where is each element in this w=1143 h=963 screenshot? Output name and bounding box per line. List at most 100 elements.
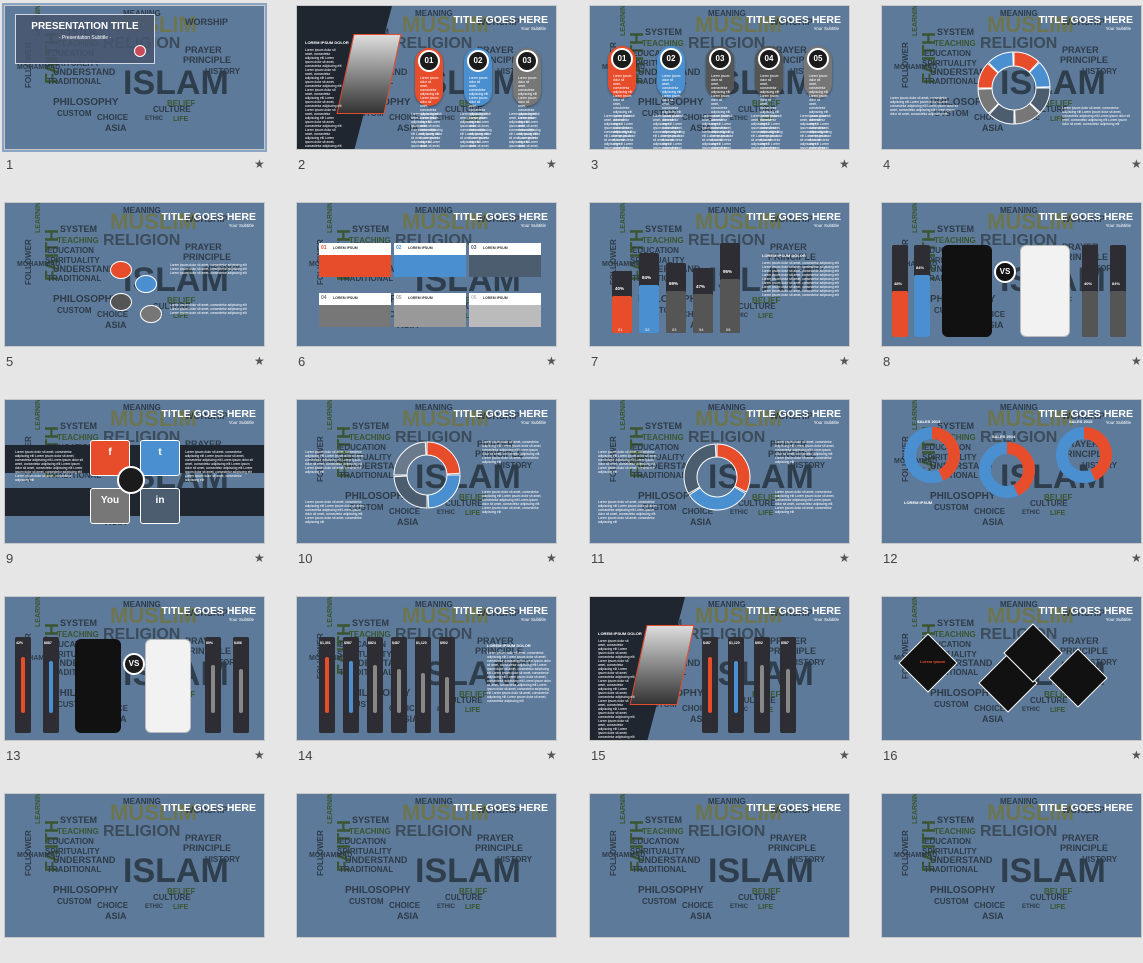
bubble-shape[interactable] bbox=[135, 275, 157, 293]
card-header[interactable]: 03 LOREM IPSUM bbox=[469, 243, 541, 255]
star-icon[interactable]: ★ bbox=[1131, 157, 1142, 171]
slide-canvas[interactable]: ISLAMRELIGIONFAITHMUSLIMWORSHIPSYSTEMPRA… bbox=[296, 202, 557, 347]
star-icon[interactable]: ★ bbox=[1131, 354, 1142, 368]
donut-segment[interactable] bbox=[393, 475, 428, 509]
donut-segment[interactable] bbox=[393, 441, 427, 476]
bar-fill[interactable] bbox=[1110, 291, 1126, 337]
slide-canvas[interactable]: ISLAMRELIGIONFAITHMUSLIMWORSHIPSYSTEMPRA… bbox=[2, 3, 267, 152]
star-icon[interactable]: ★ bbox=[254, 157, 265, 171]
gauge-fill[interactable] bbox=[211, 665, 215, 713]
bar-fill[interactable] bbox=[892, 291, 908, 337]
gauge-fill[interactable] bbox=[421, 673, 425, 713]
slide-thumbnail[interactable]: ISLAMRELIGIONFAITHMUSLIMWORSHIPSYSTEMPRA… bbox=[296, 793, 561, 963]
donut-segment[interactable] bbox=[716, 443, 751, 493]
star-icon[interactable]: ★ bbox=[546, 551, 557, 565]
slide-canvas[interactable]: ISLAMRELIGIONFAITHMUSLIMWORSHIPSYSTEMPRA… bbox=[4, 202, 265, 347]
slide-canvas[interactable]: ISLAMRELIGIONFAITHMUSLIMWORSHIPSYSTEMPRA… bbox=[589, 5, 850, 150]
slide-thumbnail[interactable]: ISLAMRELIGIONFAITHMUSLIMWORSHIPSYSTEMPRA… bbox=[881, 596, 1143, 766]
slide-thumbnail[interactable]: ISLAMRELIGIONFAITHMUSLIMWORSHIPSYSTEMPRA… bbox=[589, 399, 854, 569]
slide-canvas[interactable]: ISLAMRELIGIONFAITHMUSLIMWORSHIPSYSTEMPRA… bbox=[589, 793, 850, 938]
bar-fill[interactable] bbox=[639, 285, 659, 333]
donut-segment[interactable] bbox=[427, 474, 461, 509]
slide-thumbnail[interactable]: ISLAMRELIGIONFAITHMUSLIMWORSHIPSYSTEMPRA… bbox=[881, 399, 1143, 569]
slide-canvas[interactable]: ISLAMRELIGIONFAITHMUSLIMWORSHIPSYSTEMPRA… bbox=[589, 202, 850, 347]
slide-canvas[interactable]: ISLAMRELIGIONFAITHMUSLIMWORSHIPSYSTEMPRA… bbox=[4, 596, 265, 741]
social-tile[interactable]: You bbox=[90, 488, 130, 524]
slide-thumbnail[interactable]: ISLAMRELIGIONFAITHMUSLIMWORSHIPSYSTEMPRA… bbox=[296, 202, 561, 372]
slide-number: 5 bbox=[6, 354, 14, 369]
slide-thumbnail[interactable]: ISLAMRELIGIONFAITHMUSLIMWORSHIPSYSTEMPRA… bbox=[4, 596, 269, 766]
star-icon[interactable]: ★ bbox=[254, 748, 265, 762]
slide-canvas[interactable]: ISLAMRELIGIONFAITHMUSLIMWORSHIPSYSTEMPRA… bbox=[589, 596, 850, 741]
social-tile[interactable]: t bbox=[140, 440, 180, 476]
gauge-fill[interactable] bbox=[734, 661, 738, 713]
slide-thumbnail[interactable]: ISLAMRELIGIONFAITHMUSLIMWORSHIPSYSTEMPRA… bbox=[589, 202, 854, 372]
gauge-fill[interactable] bbox=[239, 669, 243, 713]
slide-canvas[interactable]: ISLAMRELIGIONFAITHMUSLIMWORSHIPSYSTEMPRA… bbox=[881, 596, 1142, 741]
slide-thumbnail[interactable]: ISLAMRELIGIONFAITHMUSLIMWORSHIPSYSTEMPRA… bbox=[2, 3, 269, 175]
slide-canvas[interactable]: ISLAMRELIGIONFAITHMUSLIMWORSHIPSYSTEMPRA… bbox=[589, 399, 850, 544]
card-header[interactable]: 04 LOREM IPSUM bbox=[319, 293, 391, 305]
gauge-fill[interactable] bbox=[397, 669, 401, 713]
star-icon[interactable]: ★ bbox=[839, 157, 850, 171]
slide-canvas[interactable]: ISLAMRELIGIONFAITHMUSLIMWORSHIPSYSTEMPRA… bbox=[881, 793, 1142, 938]
gauge-fill[interactable] bbox=[49, 661, 53, 713]
star-icon[interactable]: ★ bbox=[839, 748, 850, 762]
slide-canvas[interactable]: ISLAMRELIGIONFAITHMUSLIMWORSHIPSYSTEMPRA… bbox=[296, 793, 557, 938]
bubble-shape[interactable] bbox=[140, 305, 162, 323]
social-tile[interactable]: in bbox=[140, 488, 180, 524]
gauge-fill[interactable] bbox=[708, 657, 712, 713]
card-header[interactable]: 05 LOREM IPSUM bbox=[394, 293, 466, 305]
gauge-fill[interactable] bbox=[373, 665, 377, 713]
bar-fill[interactable] bbox=[1082, 291, 1098, 337]
gauge-fill[interactable] bbox=[349, 661, 353, 713]
slide-thumbnail[interactable]: ISLAMRELIGIONFAITHMUSLIMWORSHIPSYSTEMPRA… bbox=[296, 399, 561, 569]
slide-canvas[interactable]: ISLAMRELIGIONFAITHMUSLIMWORSHIPSYSTEMPRA… bbox=[4, 793, 265, 938]
slide-thumbnail[interactable]: ISLAMRELIGIONFAITHMUSLIMWORSHIPSYSTEMPRA… bbox=[881, 5, 1143, 175]
star-icon[interactable]: ★ bbox=[254, 354, 265, 368]
slide-canvas[interactable]: ISLAMRELIGIONFAITHMUSLIMWORSHIPSYSTEMPRA… bbox=[296, 399, 557, 544]
bar-fill[interactable] bbox=[720, 279, 740, 333]
star-icon[interactable]: ★ bbox=[839, 354, 850, 368]
gauge-fill[interactable] bbox=[325, 657, 329, 713]
gauge-fill[interactable] bbox=[760, 665, 764, 713]
slide-canvas[interactable]: ISLAMRELIGIONFAITHMUSLIMWORSHIPSYSTEMPRA… bbox=[296, 5, 557, 150]
donut-segment[interactable] bbox=[426, 441, 461, 475]
slide-canvas[interactable]: ISLAMRELIGIONFAITHMUSLIMWORSHIPSYSTEMPRA… bbox=[881, 399, 1142, 544]
star-icon[interactable]: ★ bbox=[839, 551, 850, 565]
slide-title: TITLE GOES HERE bbox=[746, 605, 841, 617]
gauge-fill[interactable] bbox=[21, 657, 25, 713]
bar-fill[interactable] bbox=[914, 275, 930, 337]
slide-canvas[interactable]: ISLAMRELIGIONFAITHMUSLIMWORSHIPSYSTEMPRA… bbox=[881, 5, 1142, 150]
slide-thumbnail[interactable]: ISLAMRELIGIONFAITHMUSLIMWORSHIPSYSTEMPRA… bbox=[881, 202, 1143, 372]
slide-thumbnail[interactable]: ISLAMRELIGIONFAITHMUSLIMWORSHIPSYSTEMPRA… bbox=[589, 5, 854, 175]
body-text: Lorem ipsum dolor sit amet, consectetur … bbox=[487, 651, 551, 703]
card-header[interactable]: 06 LOREM IPSUM bbox=[469, 293, 541, 305]
star-icon[interactable]: ★ bbox=[254, 551, 265, 565]
star-icon[interactable]: ★ bbox=[1131, 551, 1142, 565]
slide-thumbnail[interactable]: ISLAMRELIGIONFAITHMUSLIMWORSHIPSYSTEMPRA… bbox=[589, 793, 854, 963]
gauge-fill[interactable] bbox=[786, 669, 790, 713]
star-icon[interactable]: ★ bbox=[1131, 748, 1142, 762]
slide-canvas[interactable]: ISLAMRELIGIONFAITHMUSLIMWORSHIPSYSTEMPRA… bbox=[296, 596, 557, 741]
bubble-shape[interactable] bbox=[110, 261, 132, 279]
slide-thumbnail[interactable]: ISLAMRELIGIONFAITHMUSLIMWORSHIPSYSTEMPRA… bbox=[4, 202, 269, 372]
star-icon[interactable]: ★ bbox=[546, 748, 557, 762]
slide-canvas[interactable]: ISLAMRELIGIONFAITHMUSLIMWORSHIPSYSTEMPRA… bbox=[881, 202, 1142, 347]
card-header[interactable]: 01 LOREM IPSUM bbox=[319, 243, 391, 255]
donut-segment[interactable] bbox=[683, 443, 717, 495]
card-header[interactable]: 02 LOREM IPSUM bbox=[394, 243, 466, 255]
donut-segment[interactable] bbox=[688, 486, 747, 511]
slide-thumbnail[interactable]: ISLAMRELIGIONFAITHMUSLIMWORSHIPSYSTEMPRA… bbox=[589, 596, 854, 766]
slide-canvas[interactable]: ISLAMRELIGIONFAITHMUSLIMWORSHIPSYSTEMPRA… bbox=[4, 399, 265, 544]
slide-thumbnail[interactable]: ISLAMRELIGIONFAITHMUSLIMWORSHIPSYSTEMPRA… bbox=[296, 596, 561, 766]
gauge-fill[interactable] bbox=[445, 677, 449, 713]
slide-thumbnail[interactable]: ISLAMRELIGIONFAITHMUSLIMWORSHIPSYSTEMPRA… bbox=[296, 5, 561, 175]
slide-thumbnail[interactable]: ISLAMRELIGIONFAITHMUSLIMWORSHIPSYSTEMPRA… bbox=[4, 399, 269, 569]
slide-thumbnail[interactable]: ISLAMRELIGIONFAITHMUSLIMWORSHIPSYSTEMPRA… bbox=[881, 793, 1143, 963]
bubble-shape[interactable] bbox=[110, 293, 132, 311]
slide-thumbnail[interactable]: ISLAMRELIGIONFAITHMUSLIMWORSHIPSYSTEMPRA… bbox=[4, 793, 269, 963]
star-icon[interactable]: ★ bbox=[546, 354, 557, 368]
gauge-value: $487 bbox=[392, 641, 400, 645]
star-icon[interactable]: ★ bbox=[546, 157, 557, 171]
